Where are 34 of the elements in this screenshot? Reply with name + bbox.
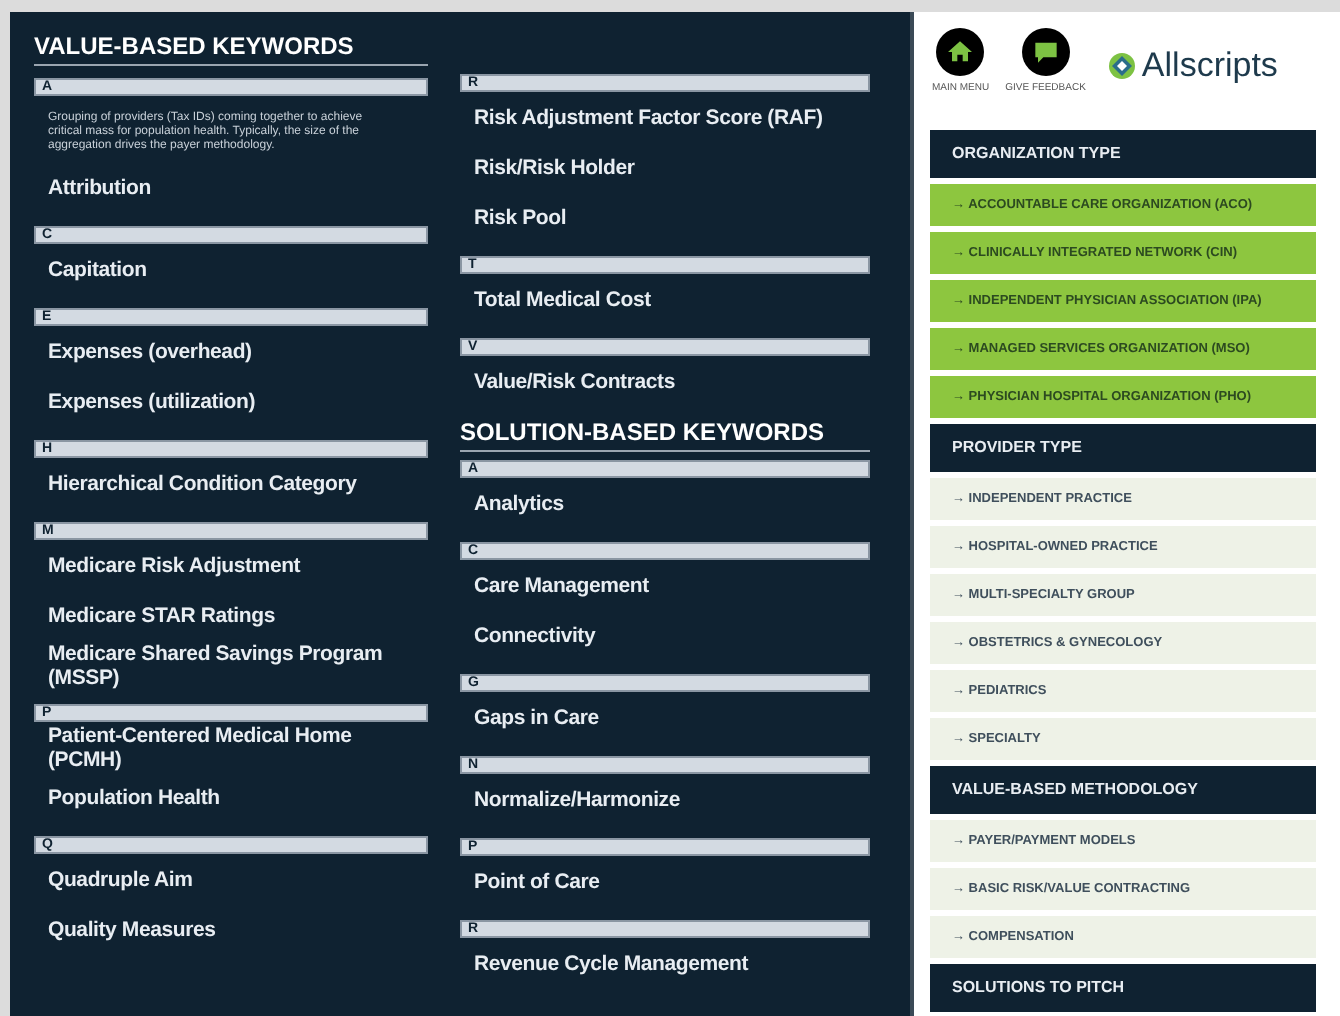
keyword-term[interactable]: Point of Care — [474, 869, 600, 893]
keyword-term[interactable]: Expenses (overhead) — [48, 339, 252, 363]
keyword-term[interactable]: Revenue Cycle Management — [474, 951, 749, 975]
keyword-term[interactable]: Risk Pool — [474, 205, 567, 229]
keyword-term[interactable]: Quality Measures — [48, 917, 216, 941]
keyword-term[interactable]: Gaps in Care — [474, 705, 599, 729]
keyword-term[interactable]: Risk Adjustment Factor Score (RAF) — [474, 105, 823, 129]
home-icon — [936, 28, 985, 76]
logo-icon — [1107, 52, 1136, 80]
keyword-term[interactable]: Expenses (utilization) — [48, 389, 256, 413]
keyword-term[interactable]: Attribution — [48, 175, 151, 199]
keyword-term[interactable]: Patient-Centered Medical Home (PCMH) — [48, 723, 414, 771]
keyword-term[interactable]: Medicare Shared Savings Program (MSSP) — [48, 641, 414, 689]
section-header: PROVIDER TYPE — [930, 424, 1316, 472]
section-header: VALUE-BASED METHODOLOGY — [930, 766, 1316, 814]
keyword-term[interactable]: Total Medical Cost — [474, 287, 651, 311]
keyword-term[interactable]: Population Health — [48, 785, 220, 809]
keyword-term[interactable]: Quadruple Aim — [48, 867, 193, 891]
keyword-term[interactable]: Hierarchical Condition Category — [48, 471, 357, 495]
logo-text: Allscripts — [1141, 48, 1278, 84]
keyword-term[interactable]: Medicare STAR Ratings — [48, 603, 275, 627]
speech-bubble-icon — [1021, 28, 1070, 76]
keyword-term[interactable]: Analytics — [474, 491, 564, 515]
keyword-term[interactable]: Connectivity — [474, 623, 596, 647]
keyword-term[interactable]: Risk/Risk Holder — [474, 155, 635, 179]
section-header: SOLUTIONS TO PITCH — [930, 964, 1316, 1012]
section-heading: VALUE-BASED KEYWORDS — [34, 32, 428, 66]
keyword-term[interactable]: Capitation — [48, 257, 147, 281]
keyword-term[interactable]: Value/Risk Contracts — [474, 369, 675, 393]
keyword-term[interactable]: Normalize/Harmonize — [474, 787, 680, 811]
keyword-term[interactable]: Care Management — [474, 573, 649, 597]
section-heading: SOLUTION-BASED KEYWORDS — [460, 418, 870, 452]
section-header: ORGANIZATION TYPE — [930, 130, 1316, 178]
keyword-term[interactable]: Medicare Risk Adjustment — [48, 553, 301, 577]
